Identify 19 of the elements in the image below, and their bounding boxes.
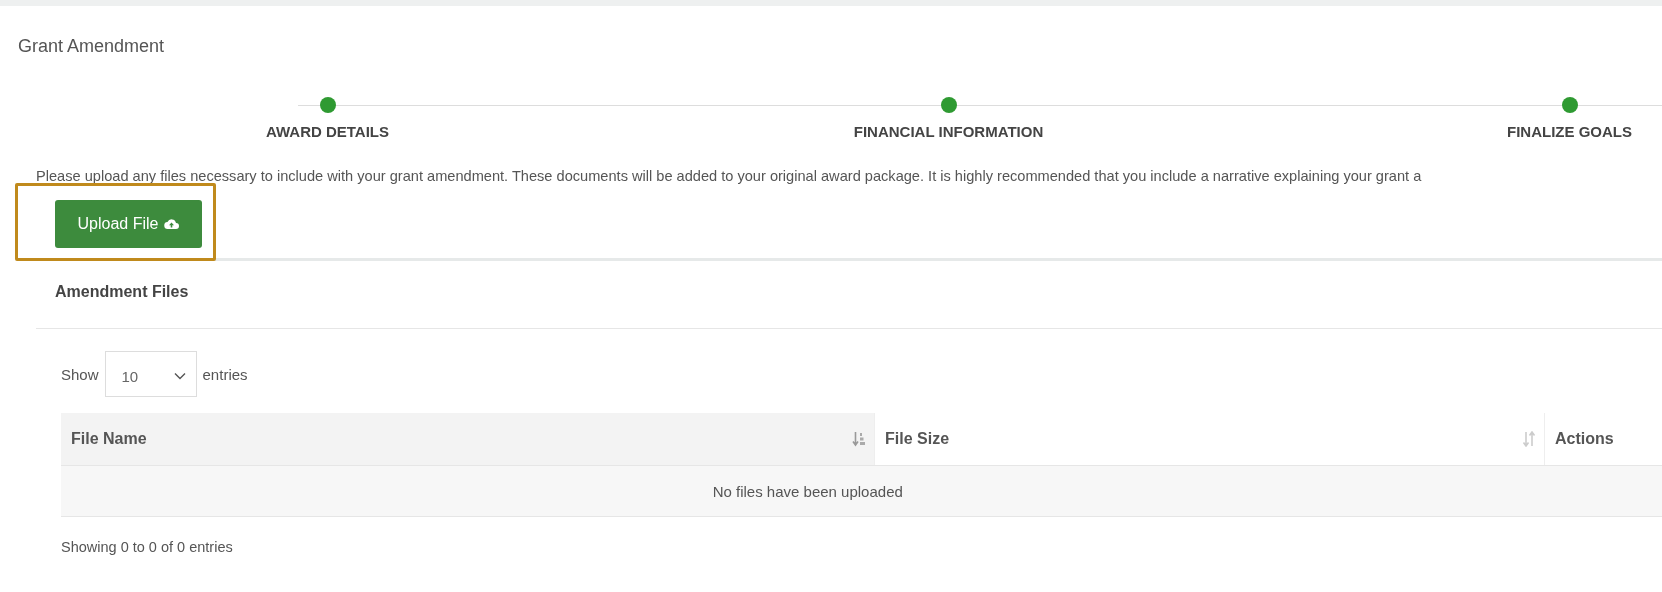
upload-button[interactable]: Upload File — [55, 200, 202, 248]
column-header[interactable]: File Size — [874, 413, 1545, 466]
empty-table-message: No files have been uploaded — [61, 465, 1662, 517]
panel-title: Amendment Files — [36, 261, 1662, 329]
page-title: Grant Amendment — [18, 36, 166, 57]
step-label[interactable]: FINALIZE GOALS — [1507, 123, 1632, 140]
show-label: Show — [61, 365, 99, 383]
step-label[interactable]: FINANCIAL INFORMATION — [853, 123, 1044, 140]
chevron-down-icon — [173, 372, 186, 380]
sort-icon — [1522, 431, 1536, 447]
cloud-upload-icon — [164, 218, 180, 230]
page-size-select[interactable]: 10 — [104, 351, 197, 397]
instructions-text: Please upload any files necessary to include with your grant amendment. These documents will be added to your original award package. It is highly recommended that you include a narrative explaining your grant a — [36, 168, 1423, 184]
entries-summary: Showing 0 to 0 of 0 entries — [61, 539, 234, 555]
sort-ascending-icon — [852, 431, 866, 447]
column-header[interactable]: Actions — [1544, 413, 1662, 466]
entries-label: entries — [202, 365, 248, 383]
step-label[interactable]: AWARD DETAILS — [265, 123, 390, 140]
column-header[interactable]: File Name — [61, 413, 875, 466]
